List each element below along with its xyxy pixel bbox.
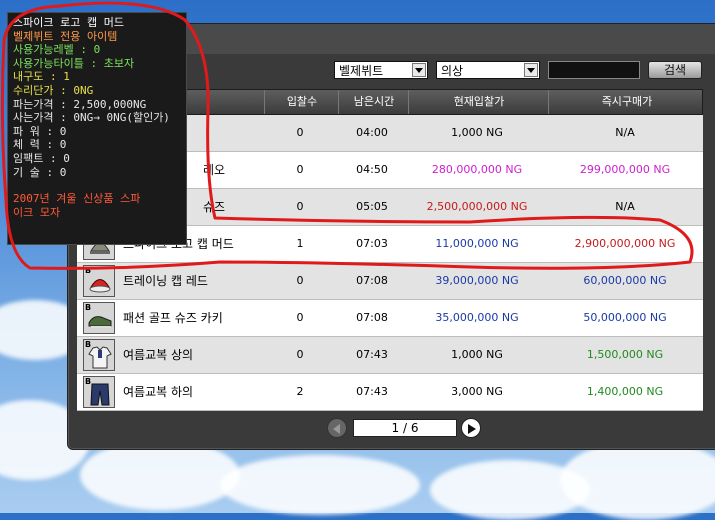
search-button[interactable]: 검색 bbox=[648, 61, 702, 79]
buyout-price: 1,400,000 NG bbox=[586, 385, 664, 398]
bid-count: 1 bbox=[296, 237, 304, 250]
table-row[interactable]: B 여름교복 상의 0 07:43 1,000 NG 1,500,000 NG bbox=[77, 337, 703, 374]
bid-count: 0 bbox=[296, 126, 304, 139]
current-bid: 1,000 NG bbox=[451, 126, 503, 139]
item-name: 패션 골프 슈즈 카키 bbox=[123, 311, 223, 325]
bid-count: 2 bbox=[296, 385, 304, 398]
cloud-decoration bbox=[560, 440, 715, 520]
buyout-price: 2,900,000,000 NG bbox=[574, 237, 676, 250]
red-cap-icon[interactable]: B bbox=[83, 265, 115, 297]
current-bid: 2,500,000,000 NG bbox=[426, 200, 528, 213]
tooltip-description: 2007년 겨울 신상품 스파 bbox=[13, 192, 141, 206]
time-left: 04:00 bbox=[356, 126, 388, 139]
buyout-price: 299,000,000 NG bbox=[579, 163, 671, 176]
bid-count: 0 bbox=[296, 311, 304, 324]
bid-count: 0 bbox=[296, 274, 304, 287]
chevron-down-icon[interactable] bbox=[524, 63, 538, 77]
buyout-price: 60,000,000 NG bbox=[583, 274, 667, 287]
time-left: 04:50 bbox=[356, 163, 388, 176]
type-dropdown-value: 의상 bbox=[441, 64, 464, 78]
item-tooltip: 스파이크 로고 캡 머드 벨제뷔트 전용 아이템 사용가능레벨 : 0 사용가능… bbox=[7, 12, 187, 245]
header-current-bid[interactable]: 현재입찰가 bbox=[408, 90, 549, 114]
uniform-top-icon[interactable]: B bbox=[83, 339, 115, 371]
tooltip-durability: 내구도 : 1 bbox=[13, 70, 70, 84]
buyout-price: N/A bbox=[615, 126, 635, 139]
type-dropdown[interactable]: 의상 bbox=[436, 61, 540, 79]
category-dropdown[interactable]: 벨제뷔트 bbox=[334, 61, 428, 79]
bid-count: 0 bbox=[296, 200, 304, 213]
current-bid: 1,000 NG bbox=[451, 348, 503, 361]
item-name: 트레이닝 캡 레드 bbox=[123, 274, 208, 288]
buyout-price: 1,500,000 NG bbox=[586, 348, 664, 361]
buyout-price: 50,000,000 NG bbox=[583, 311, 667, 324]
time-left: 07:43 bbox=[356, 385, 388, 398]
current-bid: 11,000,000 NG bbox=[435, 237, 519, 250]
table-row[interactable]: B 패션 골프 슈즈 카키 0 07:08 35,000,000 NG 50,0… bbox=[77, 300, 703, 337]
cloud-decoration bbox=[220, 455, 420, 515]
page-indicator: 1 / 6 bbox=[353, 419, 457, 437]
time-left: 05:05 bbox=[356, 200, 388, 213]
current-bid: 35,000,000 NG bbox=[435, 311, 519, 324]
category-dropdown-value: 벨제뷔트 bbox=[339, 64, 384, 78]
item-name: 여름교복 하의 bbox=[123, 385, 194, 399]
current-bid: 280,000,000 NG bbox=[431, 163, 523, 176]
tooltip-buy-price: 사는가격 : 0NG→ 0NG(할인가) bbox=[13, 111, 170, 125]
item-name: 여름교복 상의 bbox=[123, 348, 194, 362]
tooltip-required-level: 사용가능레벨 : 0 bbox=[13, 43, 101, 57]
cloud-decoration bbox=[80, 440, 240, 510]
arrow-left-icon bbox=[333, 424, 340, 434]
tooltip-description: 이크 모자 bbox=[13, 205, 61, 219]
header-time-left[interactable]: 남은시간 bbox=[338, 90, 409, 114]
search-input[interactable] bbox=[548, 61, 640, 79]
current-bid: 39,000,000 NG bbox=[435, 274, 519, 287]
tooltip-stat-stamina: 체 력 : 0 bbox=[13, 138, 67, 152]
table-row[interactable]: B 여름교복 하의 2 07:43 3,000 NG 1,400,000 NG bbox=[77, 374, 703, 411]
bid-count: 0 bbox=[296, 163, 304, 176]
uniform-pants-icon[interactable]: B bbox=[83, 376, 115, 408]
tooltip-stat-technique: 기 술 : 0 bbox=[13, 165, 67, 179]
buyout-price: N/A bbox=[615, 200, 635, 213]
arrow-right-icon bbox=[468, 424, 476, 434]
time-left: 07:43 bbox=[356, 348, 388, 361]
tooltip-required-title: 사용가능타이틀 : 초보자 bbox=[13, 56, 135, 70]
time-left: 07:08 bbox=[356, 311, 388, 324]
current-bid: 3,000 NG bbox=[451, 385, 503, 398]
chevron-down-icon[interactable] bbox=[412, 63, 426, 77]
time-left: 07:03 bbox=[356, 237, 388, 250]
tooltip-title: 스파이크 로고 캡 머드 bbox=[13, 16, 124, 29]
bid-count: 0 bbox=[296, 348, 304, 361]
tooltip-spacer bbox=[13, 179, 181, 192]
header-buyout[interactable]: 즉시구매가 bbox=[548, 90, 705, 114]
tooltip-exclusive: 벨제뷔트 전용 아이템 bbox=[13, 29, 118, 43]
tooltip-sell-price: 파는가격 : 2,500,000NG bbox=[13, 97, 147, 111]
golf-shoes-icon[interactable]: B bbox=[83, 302, 115, 334]
tooltip-stat-power: 파 워 : 0 bbox=[13, 124, 67, 138]
time-left: 07:08 bbox=[356, 274, 388, 287]
tooltip-repair-cost: 수리단가 : 0NG bbox=[13, 83, 94, 97]
tooltip-stat-impact: 임팩트 : 0 bbox=[13, 151, 70, 165]
header-bids[interactable]: 입찰수 bbox=[264, 90, 339, 114]
next-page-button[interactable] bbox=[461, 418, 481, 438]
prev-page-button[interactable] bbox=[327, 418, 347, 438]
table-row[interactable]: B 트레이닝 캡 레드 0 07:08 39,000,000 NG 60,000… bbox=[77, 263, 703, 300]
